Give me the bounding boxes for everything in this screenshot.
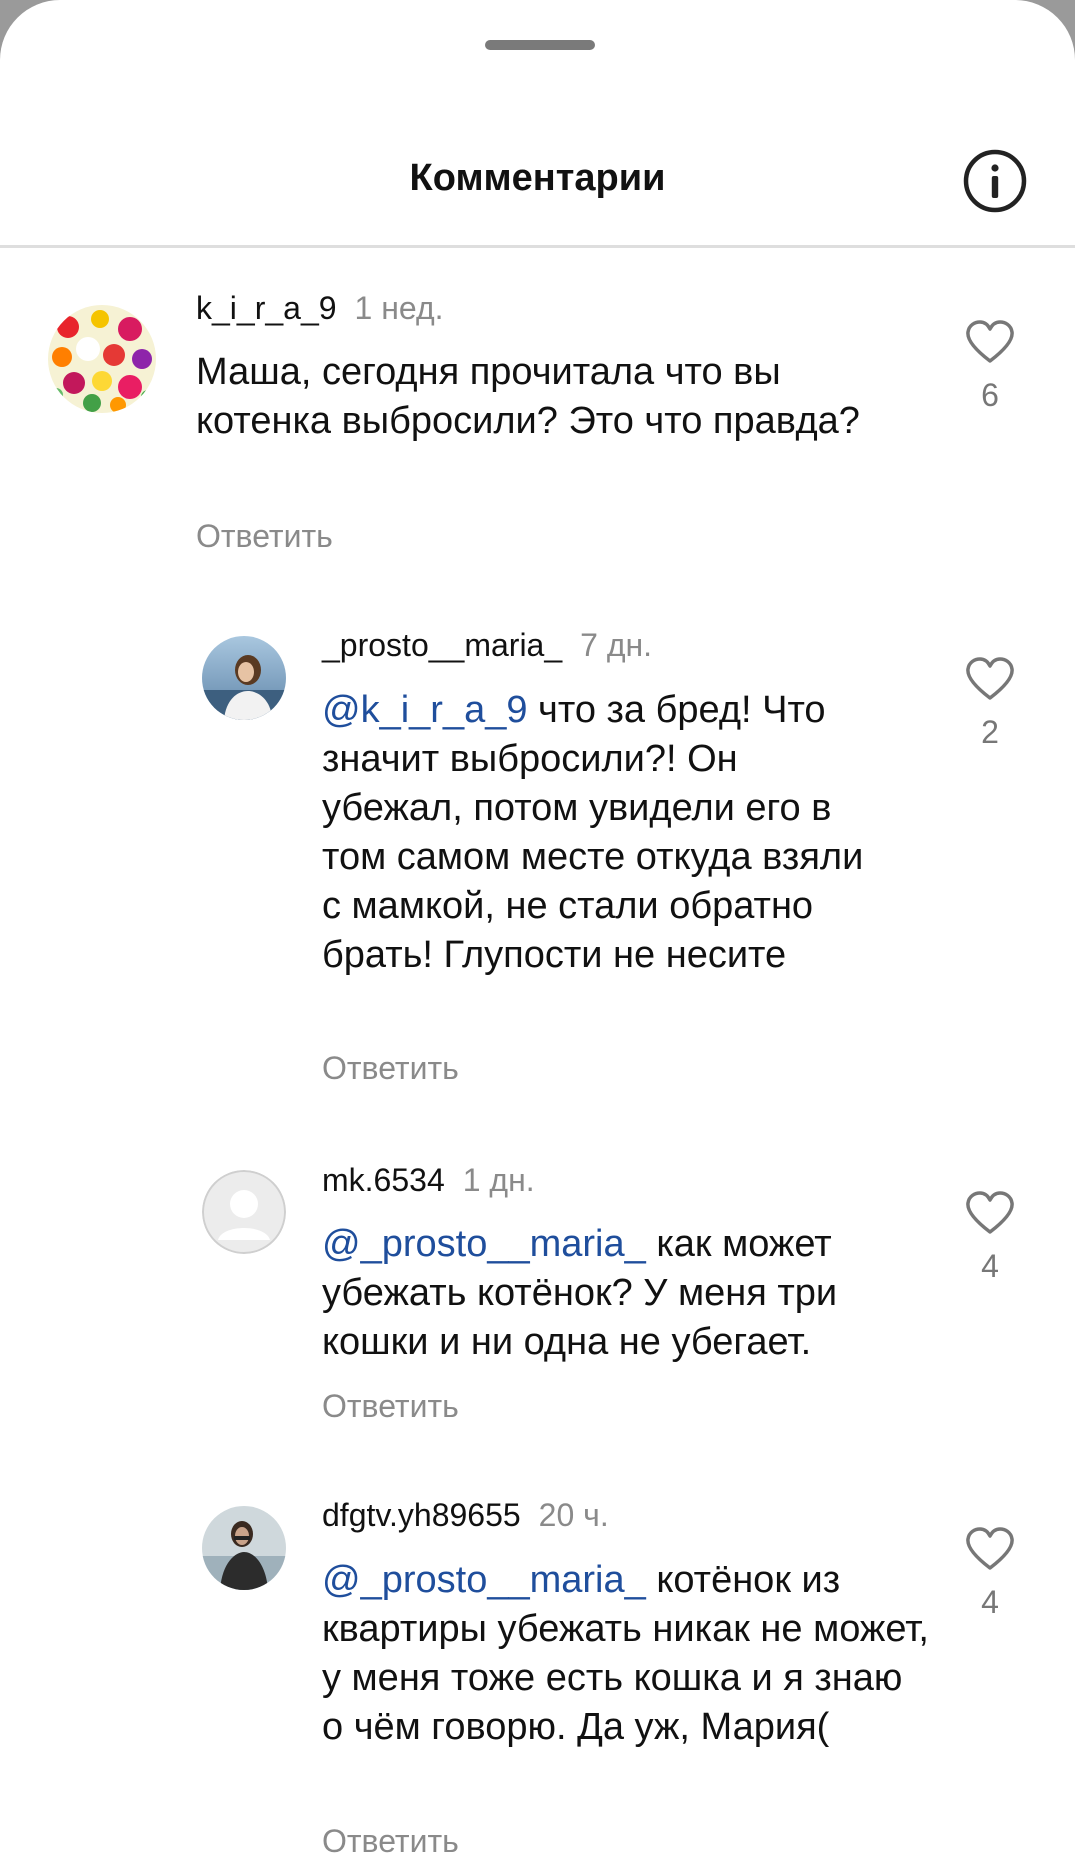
drag-handle[interactable] — [485, 40, 595, 50]
avatar[interactable] — [202, 636, 286, 720]
heart-icon — [966, 320, 1014, 363]
username[interactable]: dfgtv.yh89655 — [322, 1497, 521, 1533]
comment-body: Маша, сегодня прочитала что вы котенка в… — [196, 351, 860, 442]
username[interactable]: k_i_r_a_9 — [196, 290, 337, 326]
comment-text: Маша, сегодня прочитала что вы котенка в… — [196, 348, 876, 446]
like-count: 4 — [981, 1248, 999, 1284]
heart-icon — [966, 1527, 1014, 1570]
mention-link[interactable]: @_prosto__maria_ — [322, 1559, 646, 1601]
comment-text: @_prosto__maria_ котёнок из квартиры убе… — [322, 1556, 932, 1752]
comments-sheet: Комментарии k_i_r_a_9 1 нед. Маша, сегод… — [0, 0, 1075, 1871]
comment-meta: k_i_r_a_9 1 нед. — [196, 288, 444, 328]
avatar[interactable] — [48, 305, 156, 413]
like-button[interactable]: 4 — [950, 1527, 1030, 1621]
heart-icon — [966, 657, 1014, 700]
comment-body: что за бред! Что значит выбросили?! Он у… — [322, 689, 864, 976]
avatar[interactable] — [202, 1506, 286, 1590]
comment-time: 1 нед. — [354, 290, 444, 326]
like-button[interactable]: 6 — [950, 320, 1030, 414]
comment-meta: dfgtv.yh89655 20 ч. — [322, 1495, 609, 1535]
like-count: 6 — [981, 377, 999, 413]
comment-meta: _prosto__maria_ 7 дн. — [322, 625, 652, 665]
reply-button[interactable]: Ответить — [196, 516, 333, 556]
like-count: 4 — [981, 1584, 999, 1620]
comment-text: @k_i_r_a_9 что за бред! Что значит выбро… — [322, 686, 882, 980]
username[interactable]: mk.6534 — [322, 1162, 445, 1198]
comment-time: 7 дн. — [580, 627, 653, 663]
info-icon[interactable] — [962, 148, 1028, 214]
page-title: Комментарии — [409, 157, 666, 199]
comment-time: 1 дн. — [462, 1162, 535, 1198]
like-button[interactable]: 4 — [950, 1191, 1030, 1285]
reply-button[interactable]: Ответить — [322, 1821, 459, 1861]
avatar[interactable] — [202, 1170, 286, 1254]
comment-time: 20 ч. — [538, 1497, 609, 1533]
heart-icon — [966, 1191, 1014, 1234]
reply-button[interactable]: Ответить — [322, 1048, 459, 1088]
like-button[interactable]: 2 — [950, 657, 1030, 751]
header-divider — [0, 245, 1075, 248]
username[interactable]: _prosto__maria_ — [322, 627, 562, 663]
mention-link[interactable]: @k_i_r_a_9 — [322, 689, 527, 731]
comment-meta: mk.6534 1 дн. — [322, 1160, 535, 1200]
comment-text: @_prosto__maria_ как может убежать котён… — [322, 1220, 922, 1367]
like-count: 2 — [981, 714, 999, 750]
mention-link[interactable]: @_prosto__maria_ — [322, 1223, 646, 1265]
reply-button[interactable]: Ответить — [322, 1386, 459, 1426]
